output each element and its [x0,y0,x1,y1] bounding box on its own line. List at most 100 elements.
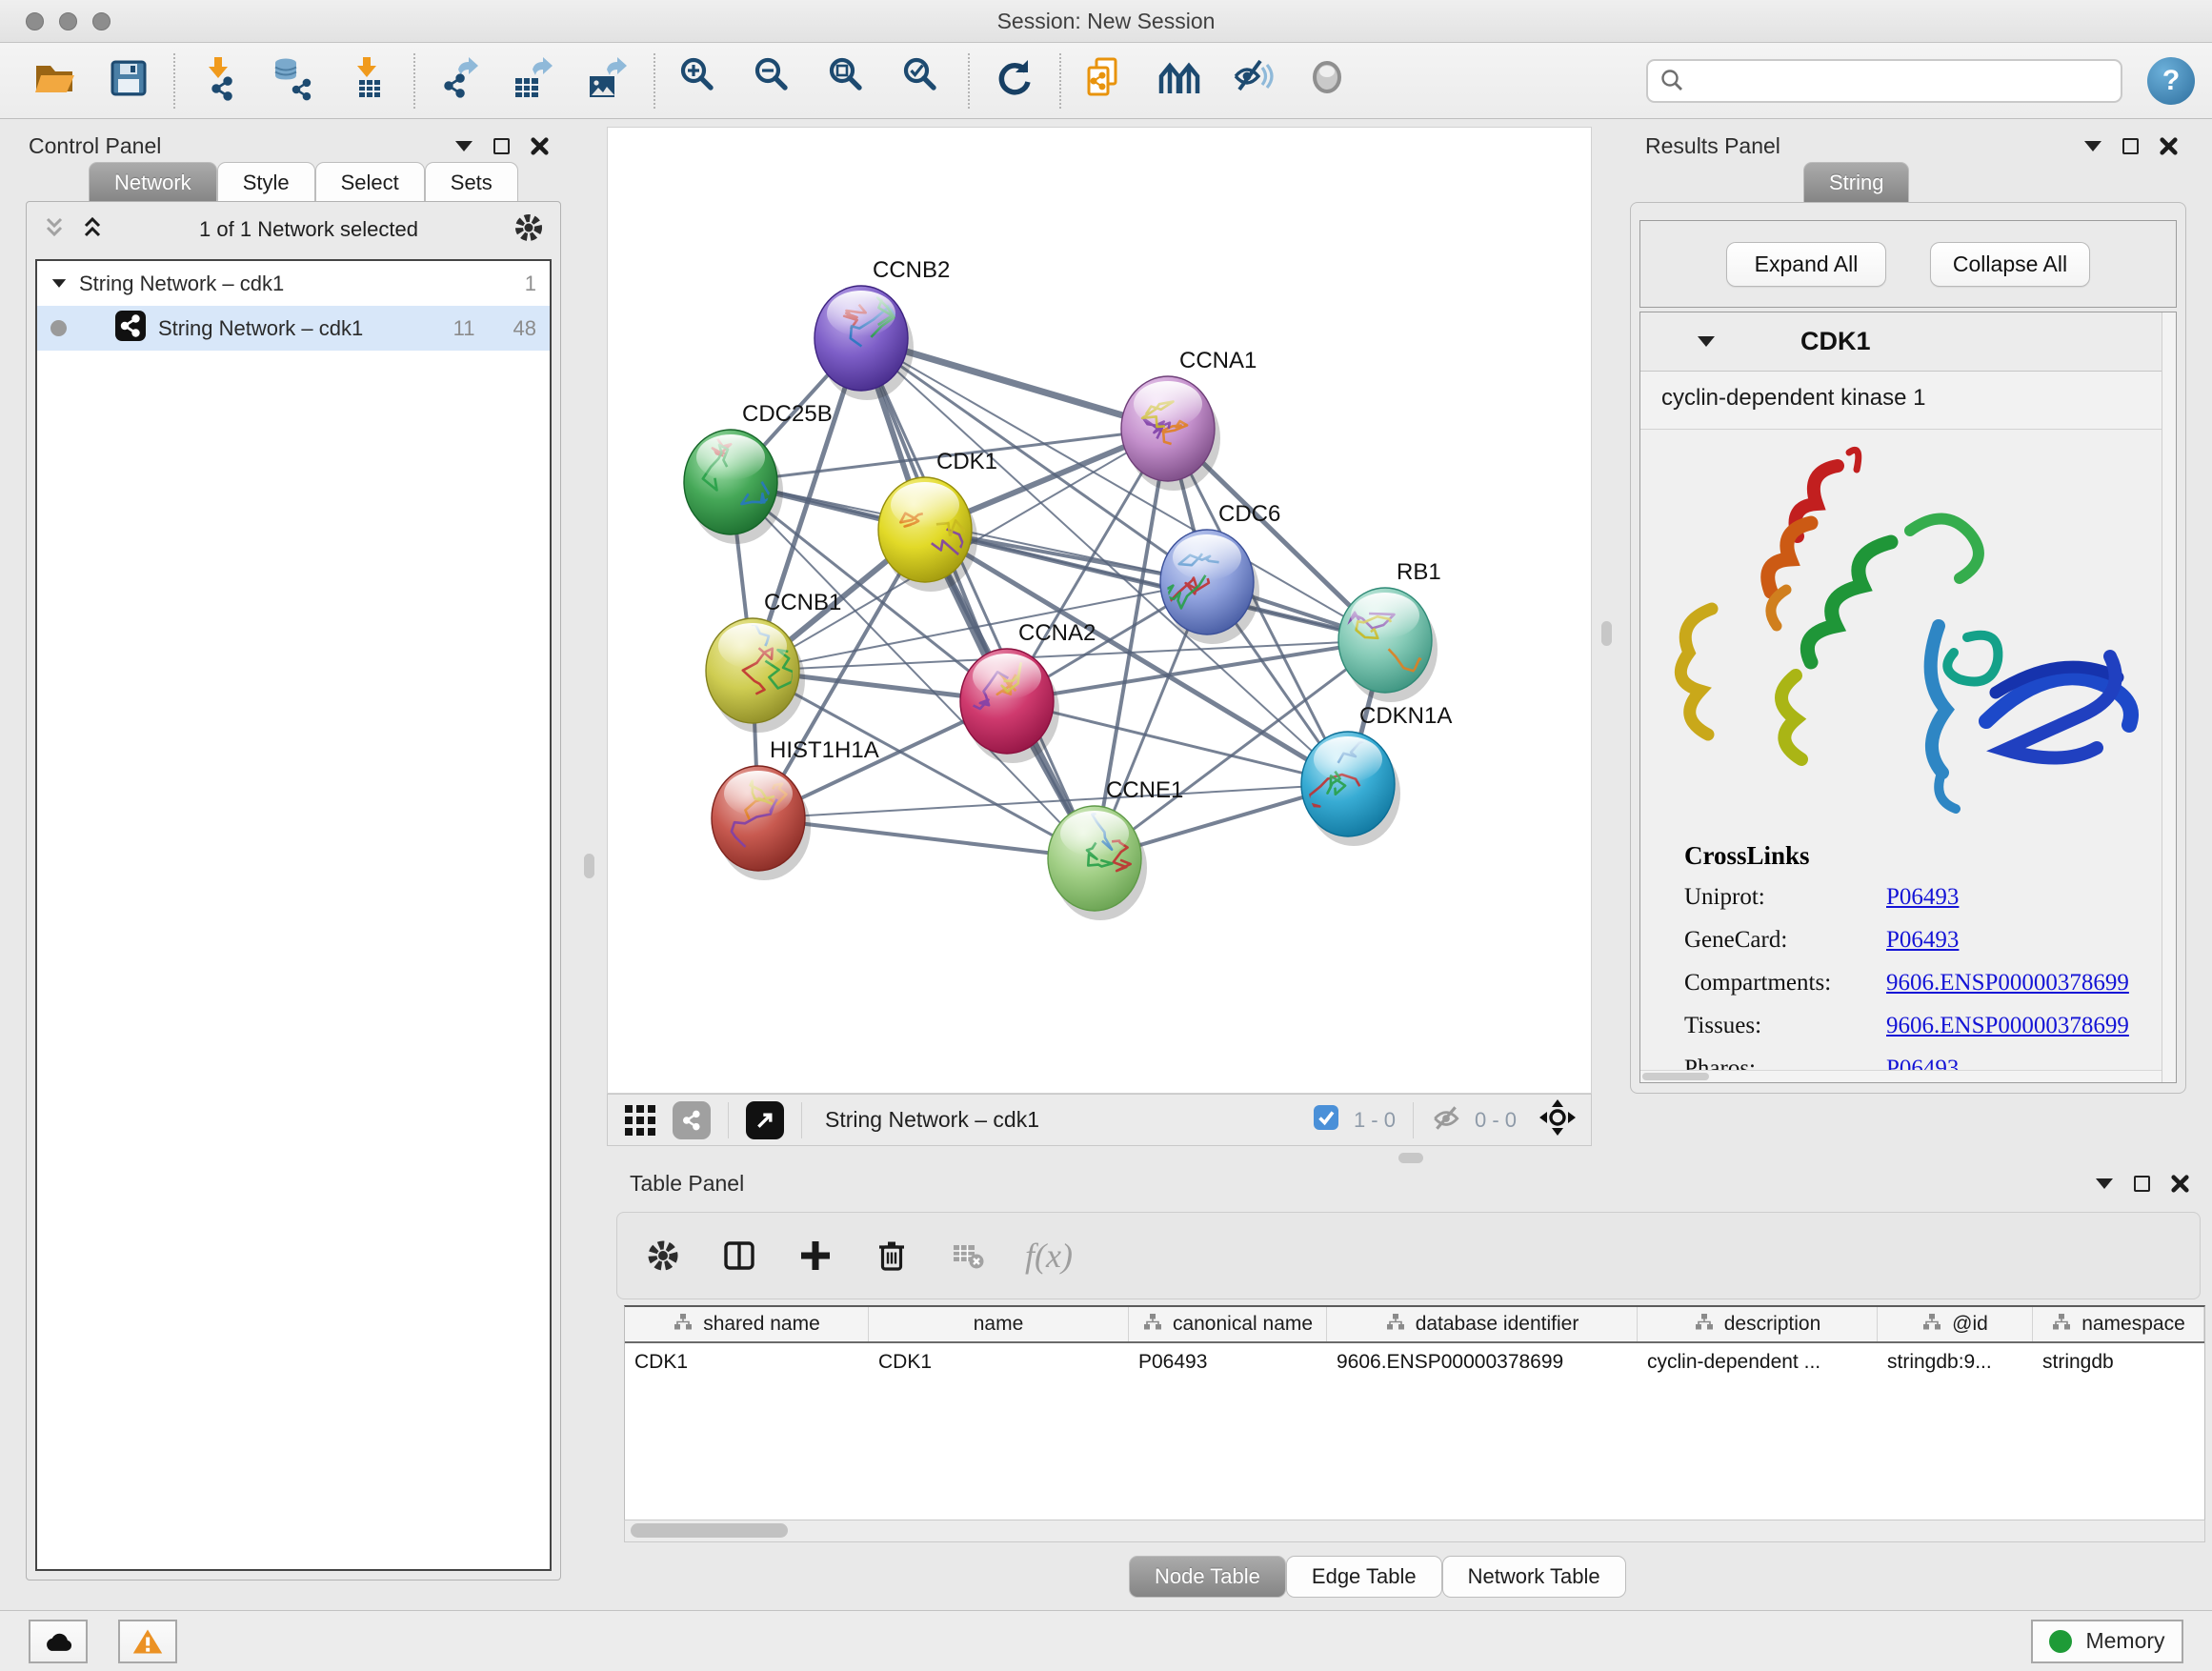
save-session-button[interactable] [91,50,166,111]
crosslink-link[interactable]: P06493 [1886,927,1959,954]
zoom-fit-button[interactable] [812,50,886,111]
left-splitter-handle[interactable] [584,854,594,878]
collection-expander-icon[interactable] [52,279,66,288]
memory-button[interactable]: Memory [2031,1620,2183,1663]
open-in-browser-icon[interactable] [746,1101,784,1139]
table-cell[interactable]: stringdb:9... [1878,1343,2033,1381]
network-edge[interactable] [861,338,1095,858]
panel-close-icon[interactable] [531,137,549,155]
panel-maximize-icon[interactable] [493,138,510,154]
column-header--id[interactable]: @id [1878,1307,2033,1341]
results-horizontal-scrollbar[interactable] [1640,1070,2162,1082]
panel-close-icon[interactable] [2160,137,2178,155]
column-header-description[interactable]: description [1638,1307,1878,1341]
control-panel-header: Control Panel [11,127,566,165]
column-header-namespace[interactable]: namespace [2033,1307,2204,1341]
crosslink-link[interactable]: 9606.ENSP00000378699 [1886,1013,2129,1039]
birds-eye-grid-icon[interactable] [621,1101,659,1139]
export-image-button[interactable] [572,50,646,111]
panel-close-icon[interactable] [2171,1175,2189,1193]
hidden-eye-icon[interactable] [1431,1102,1461,1137]
expand-all-button[interactable]: Expand All [1726,242,1886,287]
table-cell[interactable]: cyclin-dependent ... [1638,1343,1878,1381]
tree-icon [1385,1312,1406,1338]
panel-maximize-icon[interactable] [2122,138,2139,154]
network-node[interactable]: CCNA1 [1121,348,1257,491]
network-canvas[interactable]: CCNB2CCNA1CDC25BCDK1CDC6RB1CCNB1CCNA2CDK… [607,127,1592,1094]
tab-select[interactable]: Select [315,162,425,202]
panel-float-icon[interactable] [455,141,473,151]
plus-button[interactable] [796,1237,835,1275]
table-cell[interactable]: stringdb [2033,1343,2204,1381]
help-button[interactable]: ? [2147,57,2195,105]
tab-edge-table[interactable]: Edge Table [1286,1556,1442,1598]
fx-button[interactable]: f(x) [1025,1236,1073,1276]
fit-selected-crosshair-icon[interactable] [1538,1097,1578,1142]
import-network-file-button[interactable] [183,50,257,111]
export-table-button[interactable] [497,50,572,111]
crosslink-link[interactable]: P06493 [1886,884,1959,911]
crosslink-link[interactable]: 9606.ENSP00000378699 [1886,970,2129,997]
table-horizontal-scrollbar[interactable] [624,1520,2205,1542]
string-badge-icon[interactable] [673,1101,711,1139]
protein-collapse-icon[interactable] [1698,336,1715,347]
zoom-out-button[interactable] [737,50,812,111]
column-header-canonical-name[interactable]: canonical name [1129,1307,1327,1341]
right-splitter-handle[interactable] [1601,621,1612,646]
search-box [1646,59,2122,103]
zoom-in-button[interactable] [663,50,737,111]
network-node[interactable]: CDKN1A [1301,703,1452,846]
trash-button[interactable] [873,1237,911,1275]
collapse-all-button[interactable]: Collapse All [1930,242,2090,287]
network-options-gear-icon[interactable] [513,211,545,249]
panel-float-icon[interactable] [2084,141,2101,151]
zoom-selected-button[interactable] [886,50,960,111]
export-network-button[interactable] [423,50,497,111]
selected-checkbox-icon[interactable] [1312,1103,1340,1137]
table-cell[interactable]: P06493 [1129,1343,1327,1381]
columns-button[interactable] [720,1237,758,1275]
network-status-dot [50,320,67,336]
tab-network-table[interactable]: Network Table [1442,1556,1626,1598]
warnings-button[interactable] [118,1620,177,1663]
network-collection-row[interactable]: String Network – cdk1 1 [37,261,550,306]
import-table-button[interactable] [332,50,406,111]
expand-all-networks-icon[interactable] [80,215,105,245]
network-selection-status: 1 of 1 Network selected [118,217,499,242]
table-cell[interactable]: CDK1 [869,1343,1129,1381]
bottom-splitter-handle[interactable] [1398,1153,1423,1163]
show-all-button[interactable] [1292,50,1366,111]
column-header-database-identifier[interactable]: database identifier [1327,1307,1638,1341]
hide-selected-button[interactable] [1217,50,1292,111]
column-header-name[interactable]: name [869,1307,1129,1341]
refresh-layout-button[interactable] [977,50,1052,111]
network-view-toolbar: String Network – cdk1 1 - 0 0 - 0 [607,1094,1592,1146]
tab-node-table[interactable]: Node Table [1129,1556,1286,1598]
panel-maximize-icon[interactable] [2134,1176,2150,1192]
column-header-shared-name[interactable]: shared name [625,1307,869,1341]
table-delete-button[interactable] [949,1237,987,1275]
first-neighbors-button[interactable] [1143,50,1217,111]
tab-sets[interactable]: Sets [425,162,518,202]
results-vertical-scrollbar[interactable] [2162,312,2176,1082]
network-row[interactable]: String Network – cdk1 1148 [37,306,550,351]
network-edge[interactable] [758,784,1348,818]
table-cell[interactable]: 9606.ENSP00000378699 [1327,1343,1638,1381]
clone-network-button[interactable] [1069,50,1143,111]
cloud-status-button[interactable] [29,1620,88,1663]
tab-style[interactable]: Style [217,162,315,202]
network-node[interactable]: HIST1H1A [712,737,879,880]
tab-network[interactable]: Network [89,162,217,202]
tab-string[interactable]: String [1803,162,1909,202]
table-row[interactable]: CDK1CDK1P064939606.ENSP00000378699cyclin… [625,1343,2204,1381]
network-node[interactable]: RB1 [1338,559,1441,702]
import-network-database-button[interactable] [257,50,332,111]
search-input[interactable] [1684,69,2121,93]
network-node[interactable]: CDK1 [878,449,997,592]
collapse-all-networks-icon[interactable] [42,215,67,245]
panel-float-icon[interactable] [2096,1178,2113,1189]
table-cell[interactable]: CDK1 [625,1343,869,1381]
gear-button[interactable] [644,1237,682,1275]
open-file-button[interactable] [17,50,91,111]
network-node[interactable]: CDC6 [1160,501,1280,644]
